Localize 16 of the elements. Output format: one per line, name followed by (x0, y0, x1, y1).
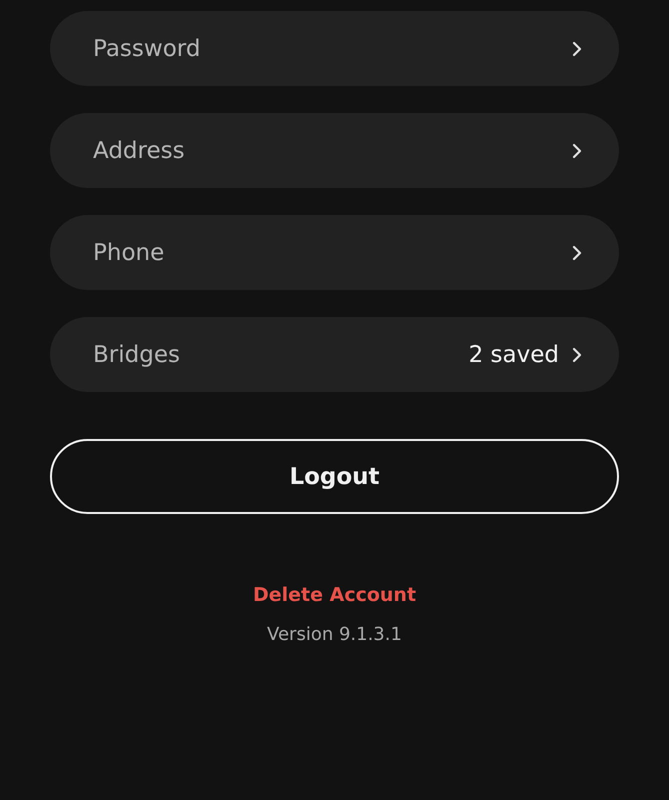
chevron-right-icon (571, 142, 583, 158)
row-label: Address (93, 138, 186, 164)
chevron-right-icon (571, 346, 583, 362)
settings-row[interactable]: Phone (50, 215, 619, 290)
delete-account-link[interactable]: Delete Account (252, 584, 416, 606)
settings-row[interactable]: Address (50, 113, 619, 188)
row-value: 2 saved (468, 342, 559, 368)
row-label: Bridges (93, 342, 181, 368)
chevron-right-icon (571, 40, 583, 56)
version-text: Version 9.1.3.1 (267, 624, 402, 645)
settings-row[interactable]: Bridges 2 saved (50, 317, 619, 392)
settings-row[interactable]: Password (50, 11, 619, 86)
row-label: Phone (93, 240, 166, 266)
row-label: Password (93, 36, 202, 62)
chevron-right-icon (571, 244, 583, 260)
logout-button[interactable]: Logout (50, 439, 619, 514)
